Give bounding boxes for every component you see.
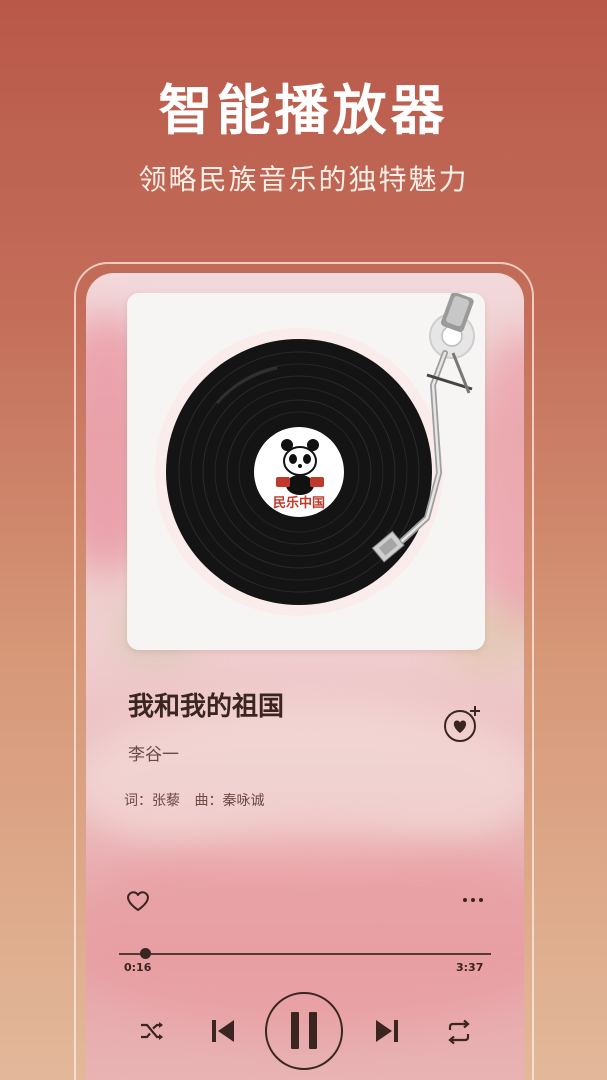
composer-credit: 曲：秦咏诚 — [194, 793, 265, 809]
more-dots-icon[interactable] — [460, 890, 486, 910]
current-time: 0:16 — [124, 961, 152, 974]
song-credits: 词：张藜 曲：秦咏诚 — [124, 790, 274, 810]
page-subtitle: 领略民族音乐的独特魅力 — [138, 163, 469, 196]
total-time: 3:37 — [456, 961, 484, 974]
pause-icon — [291, 1012, 299, 1049]
lyricist-credit: 词：张藜 — [124, 793, 180, 809]
heart-outline-icon[interactable] — [124, 886, 152, 914]
vinyl-record-graphic: 民乐中国 — [155, 293, 475, 616]
artist-name[interactable]: 李谷一 — [128, 740, 179, 765]
song-title: 我和我的祖国 — [128, 692, 285, 722]
skip-previous-icon[interactable] — [208, 1014, 238, 1048]
shuffle-icon[interactable] — [139, 1018, 165, 1044]
album-label-text: 民乐中国 — [273, 495, 325, 511]
skip-next-icon[interactable] — [372, 1014, 402, 1048]
progress-bar[interactable] — [119, 953, 491, 955]
pause-button[interactable] — [264, 991, 344, 1071]
progress-handle[interactable] — [139, 948, 151, 959]
heart-plus-icon[interactable] — [442, 704, 482, 744]
repeat-icon[interactable] — [445, 1018, 473, 1046]
page-title: 智能播放器 — [158, 78, 449, 142]
album-cover[interactable]: 民乐中国 — [127, 293, 485, 650]
